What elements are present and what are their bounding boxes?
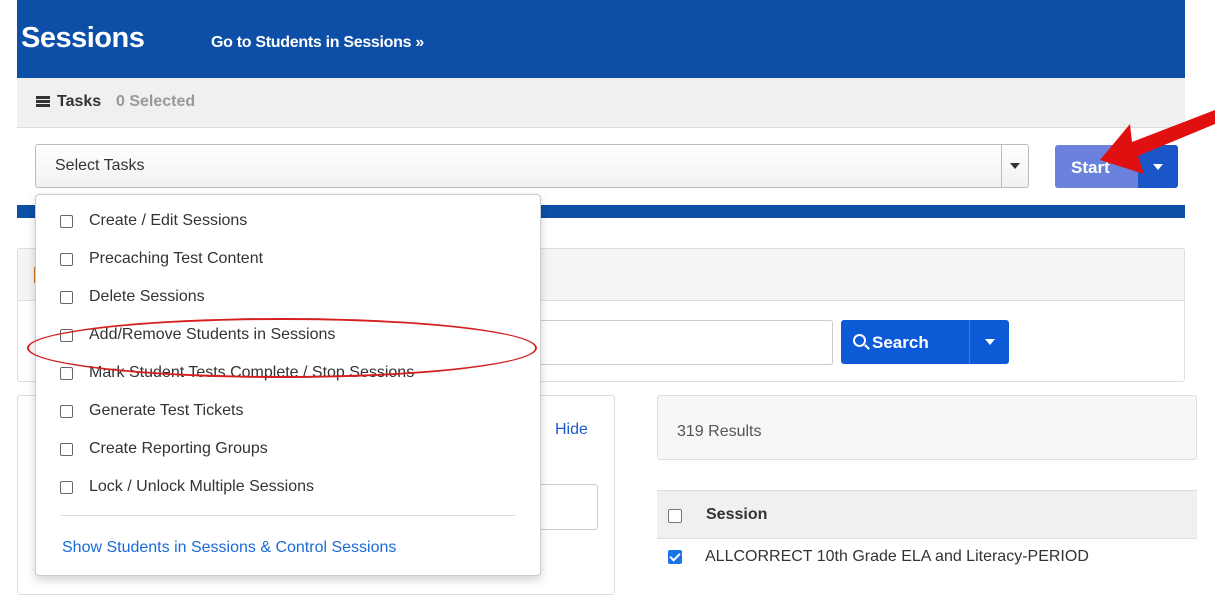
- select-arrow[interactable]: [1001, 145, 1028, 187]
- column-header-session[interactable]: Session: [706, 506, 767, 524]
- menu-item-label: Precaching Test Content: [89, 250, 264, 267]
- chevron-down-icon: [985, 339, 995, 345]
- highlight-ellipse: [27, 318, 537, 378]
- search-input[interactable]: [520, 320, 833, 365]
- checkbox[interactable]: [60, 443, 73, 456]
- tasks-selected-count: 0 Selected: [116, 93, 196, 110]
- select-all-checkbox[interactable]: [668, 509, 682, 523]
- results-header: 319 Results: [657, 395, 1197, 460]
- search-icon: [853, 334, 866, 347]
- results-count: 319 Results: [677, 423, 762, 440]
- menu-item-label: Generate Test Tickets: [89, 402, 244, 419]
- page-title: Sessions: [21, 22, 145, 54]
- tasks-panel-header: Tasks 0 Selected: [17, 78, 1185, 128]
- menu-item-label: Create Reporting Groups: [89, 440, 268, 457]
- tasks-dropdown-menu: Create / Edit Sessions Precaching Test C…: [35, 194, 541, 576]
- checkbox[interactable]: [60, 367, 73, 380]
- red-arrow-icon: [1100, 110, 1215, 174]
- menu-item-label: Lock / Unlock Multiple Sessions: [89, 478, 314, 495]
- row-checkbox[interactable]: [668, 550, 682, 564]
- table-row[interactable]: ALLCORRECT 10th Grade ELA and Literacy-P…: [705, 548, 1089, 566]
- chevron-down-icon: [1010, 163, 1020, 169]
- tasks-list-icon: [36, 96, 50, 108]
- sessions-table: Session ALLCORRECT 10th Grade ELA and Li…: [657, 490, 1197, 590]
- search-button-label: Search: [872, 333, 929, 352]
- search-button[interactable]: Search: [841, 320, 969, 364]
- tasks-title: Tasks: [57, 93, 102, 110]
- checkbox[interactable]: [60, 253, 73, 266]
- menu-item-label: Delete Sessions: [89, 288, 205, 305]
- table-header-row: Session: [657, 491, 1197, 539]
- menu-item-label: Create / Edit Sessions: [89, 212, 248, 229]
- checkbox[interactable]: [60, 405, 73, 418]
- checkbox[interactable]: [60, 215, 73, 228]
- menu-divider: [60, 515, 516, 516]
- hide-filters-link[interactable]: Hide: [555, 421, 588, 439]
- show-students-control-sessions-link[interactable]: Show Students in Sessions & Control Sess…: [62, 539, 396, 557]
- search-dropdown-toggle[interactable]: [969, 320, 1009, 364]
- go-to-students-link[interactable]: Go to Students in Sessions »: [211, 34, 424, 52]
- checkbox[interactable]: [60, 291, 73, 304]
- select-tasks-value: Select Tasks: [55, 157, 145, 174]
- select-tasks-dropdown[interactable]: Select Tasks: [35, 144, 1029, 188]
- header: Sessions Go to Students in Sessions »: [17, 0, 1185, 78]
- checkbox[interactable]: [60, 481, 73, 494]
